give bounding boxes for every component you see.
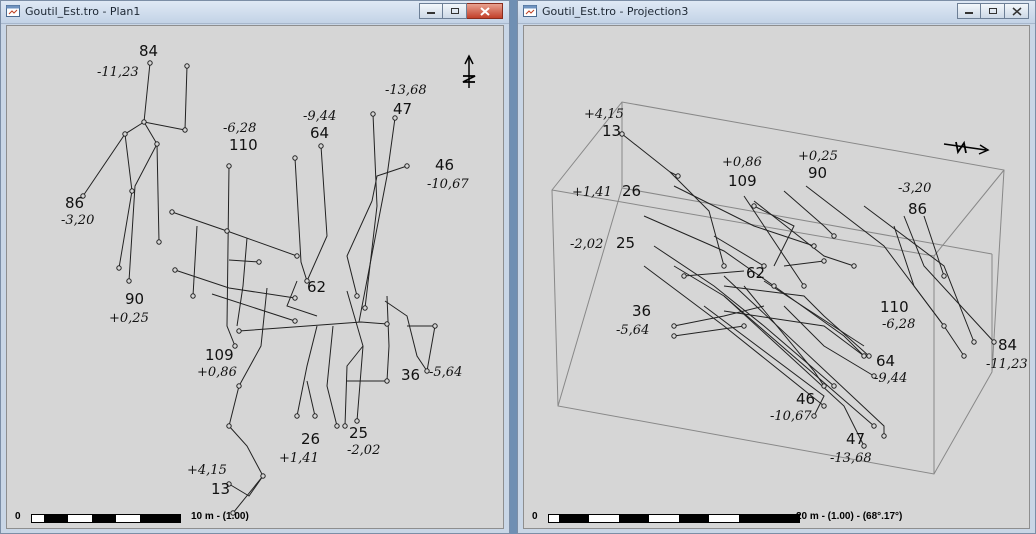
station-110-number: 110 — [229, 136, 258, 154]
station-84-number: 84 — [998, 336, 1017, 354]
station-25-number: 25 — [616, 234, 635, 252]
projection-survey-map: 13 +4,15 109 +0,86 90 +0,25 26 +1,41 86 … — [551, 101, 1028, 475]
station-109-depth: +0,86 — [197, 365, 237, 380]
projection-canvas[interactable]: 13 +4,15 109 +0,86 90 +0,25 26 +1,41 86 … — [523, 25, 1030, 529]
plan-window[interactable]: Goutil_Est.tro - Plan1 84 -11,23 47 -13,… — [0, 0, 510, 534]
station-26-depth: +1,41 — [572, 185, 612, 200]
close-icon — [479, 6, 490, 16]
station-13-number: 13 — [211, 480, 230, 498]
station-109-depth: +0,86 — [722, 155, 762, 170]
station-47-depth: -13,68 — [830, 451, 872, 466]
station-86-number: 86 — [908, 200, 927, 218]
close-button[interactable] — [1005, 3, 1029, 19]
north-arrow-icon — [943, 140, 990, 155]
minimize-button[interactable] — [419, 3, 443, 19]
minimize-button[interactable] — [957, 3, 981, 19]
station-13-depth: +4,15 — [584, 107, 624, 122]
maximize-button[interactable] — [443, 3, 467, 19]
station-36-depth: -5,64 — [429, 365, 462, 380]
station-13-number: 13 — [602, 122, 621, 140]
plan-scale-bar: 0 10 m - (1.00) — [15, 511, 315, 525]
station-62-number: 62 — [746, 264, 765, 282]
scale-ruler — [548, 514, 800, 523]
station-110-number: 110 — [880, 298, 909, 316]
station-84-depth: -11,23 — [97, 65, 139, 80]
maximize-icon — [450, 8, 459, 14]
scale-zero-label: 0 — [532, 511, 538, 522]
station-62-number: 62 — [307, 278, 326, 296]
station-64-number: 64 — [310, 124, 329, 142]
station-109-number: 109 — [205, 346, 234, 364]
plan-titlebar[interactable]: Goutil_Est.tro - Plan1 — [1, 1, 509, 24]
station-90-number: 90 — [125, 290, 144, 308]
station-13-depth: +4,15 — [187, 463, 227, 478]
close-icon — [1012, 6, 1021, 16]
station-86-number: 86 — [65, 194, 84, 212]
minimize-icon — [965, 12, 973, 14]
close-button[interactable] — [467, 3, 503, 19]
station-46-depth: -10,67 — [427, 177, 469, 192]
station-46-depth: -10,67 — [770, 409, 812, 424]
station-90-number: 90 — [808, 164, 827, 182]
station-86-depth: -3,20 — [61, 213, 94, 228]
scale-zero-label: 0 — [15, 511, 21, 522]
station-64-depth: -9,44 — [303, 109, 336, 124]
maximize-button[interactable] — [981, 3, 1005, 19]
maximize-icon — [988, 8, 997, 14]
station-25-number: 25 — [349, 424, 368, 442]
station-110-depth: -6,28 — [882, 317, 915, 332]
station-36-depth: -5,64 — [616, 323, 649, 338]
station-46-number: 46 — [435, 156, 454, 174]
station-47-number: 47 — [846, 430, 865, 448]
station-26-number: 26 — [622, 182, 641, 200]
station-25-depth: -2,02 — [347, 443, 380, 458]
station-26-number: 26 — [301, 430, 320, 448]
station-90-depth: +0,25 — [798, 149, 838, 164]
station-36-number: 36 — [401, 366, 420, 384]
station-46-number: 46 — [796, 390, 815, 408]
projection-scale-bar: 0 20 m - (1.00) - (68°.17°) — [532, 511, 972, 525]
station-47-depth: -13,68 — [385, 83, 427, 98]
station-64-depth: -9,44 — [874, 371, 907, 386]
station-86-depth: -3,20 — [898, 181, 931, 196]
scale-label: 10 m - (1.00) — [191, 511, 249, 522]
station-84-number: 84 — [139, 42, 158, 60]
projection-window[interactable]: Goutil_Est.tro - Projection3 13 +4,15 10… — [517, 0, 1036, 534]
station-84-depth: -11,23 — [986, 357, 1028, 372]
station-36-number: 36 — [632, 302, 651, 320]
projection-window-title: Goutil_Est.tro - Projection3 — [542, 5, 689, 18]
document-icon — [523, 5, 537, 17]
document-icon — [6, 5, 20, 17]
minimize-icon — [427, 12, 435, 14]
station-25-depth: -2,02 — [570, 237, 603, 252]
north-arrow-icon — [462, 54, 476, 88]
scale-ruler — [31, 514, 181, 523]
station-64-number: 64 — [876, 352, 895, 370]
station-47-number: 47 — [393, 100, 412, 118]
projection-titlebar[interactable]: Goutil_Est.tro - Projection3 — [518, 1, 1035, 24]
plan-survey-map: 84 -11,23 47 -13,68 64 -9,44 110 -6,28 4… — [61, 42, 476, 516]
station-110-depth: -6,28 — [223, 121, 256, 136]
scale-label: 20 m - (1.00) - (68°.17°) — [796, 511, 903, 522]
station-26-depth: +1,41 — [279, 451, 319, 466]
station-90-depth: +0,25 — [109, 311, 149, 326]
plan-window-title: Goutil_Est.tro - Plan1 — [25, 5, 141, 18]
station-109-number: 109 — [728, 172, 757, 190]
plan-canvas[interactable]: 84 -11,23 47 -13,68 64 -9,44 110 -6,28 4… — [6, 25, 504, 529]
